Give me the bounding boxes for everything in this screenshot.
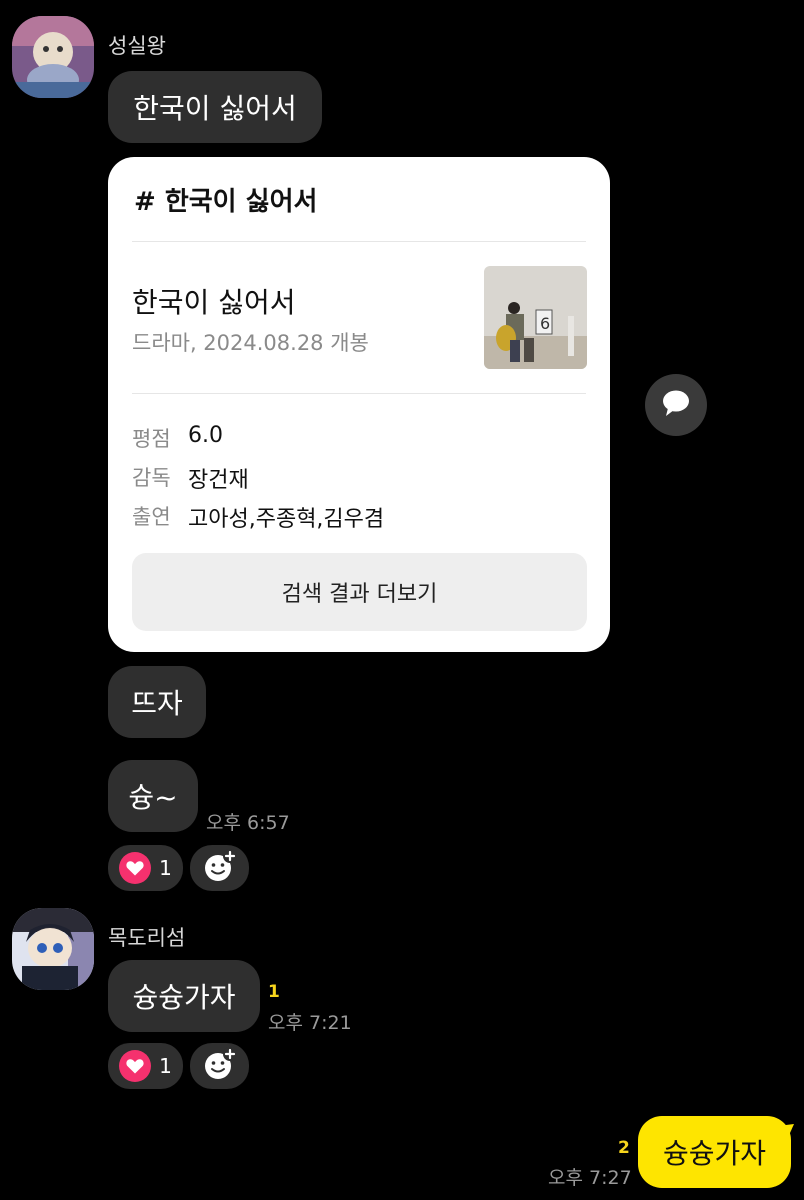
add-reaction-button[interactable]: [190, 845, 249, 891]
my-message-bubble[interactable]: 슝슝가자: [638, 1116, 791, 1188]
cast-value: 고아성,주종혁,김우겸: [188, 507, 385, 532]
share-button[interactable]: [645, 374, 707, 436]
sender-name: 목도리섬: [108, 926, 186, 950]
unread-count: 1: [268, 982, 280, 1002]
message-bubble[interactable]: 슝슝가자: [108, 960, 260, 1032]
add-reaction-button[interactable]: [190, 1043, 249, 1089]
card-header[interactable]: # 한국이 싫어서: [134, 181, 317, 218]
speech-bubble-icon: [661, 389, 691, 421]
director-value: 장건재: [188, 468, 249, 493]
card-divider: [132, 241, 586, 242]
movie-search-card[interactable]: # 한국이 싫어서 한국이 싫어서 드라마, 2024.08.28 개봉 6 평…: [108, 157, 610, 652]
more-results-button[interactable]: 검색 결과 더보기: [132, 553, 587, 631]
director-label: 감독: [132, 466, 171, 490]
movie-poster[interactable]: 6: [484, 266, 587, 369]
message-time: 오후 7:27: [548, 1167, 632, 1189]
heart-reaction[interactable]: 1: [108, 1043, 183, 1089]
smiley-plus-icon: [202, 848, 238, 888]
message-bubble[interactable]: 슝~: [108, 760, 198, 832]
heart-count: 1: [159, 1054, 172, 1078]
heart-count: 1: [159, 856, 172, 880]
avatar-sender2[interactable]: [12, 908, 94, 990]
smiley-plus-icon: [202, 1046, 238, 1086]
message-bubble[interactable]: 한국이 싫어서: [108, 71, 322, 143]
message-time: 오후 7:21: [268, 1012, 352, 1034]
unread-count: 2: [618, 1138, 630, 1158]
bubble-tail: [778, 1124, 794, 1142]
heart-icon: [119, 1050, 152, 1082]
heart-reaction[interactable]: 1: [108, 845, 183, 891]
rating-value: 6.0: [188, 423, 223, 448]
cast-label: 출연: [132, 505, 171, 529]
card-divider: [132, 393, 586, 394]
svg-text:6: 6: [540, 314, 550, 333]
avatar-sender1[interactable]: [12, 16, 94, 98]
message-bubble[interactable]: 뜨자: [108, 666, 206, 738]
message-time: 오후 6:57: [206, 812, 290, 834]
movie-subtitle: 드라마, 2024.08.28 개봉: [132, 331, 369, 355]
rating-label: 평점: [132, 427, 171, 451]
movie-title: 한국이 싫어서: [132, 286, 296, 319]
heart-icon: [119, 852, 152, 884]
sender-name: 성실왕: [108, 34, 166, 58]
